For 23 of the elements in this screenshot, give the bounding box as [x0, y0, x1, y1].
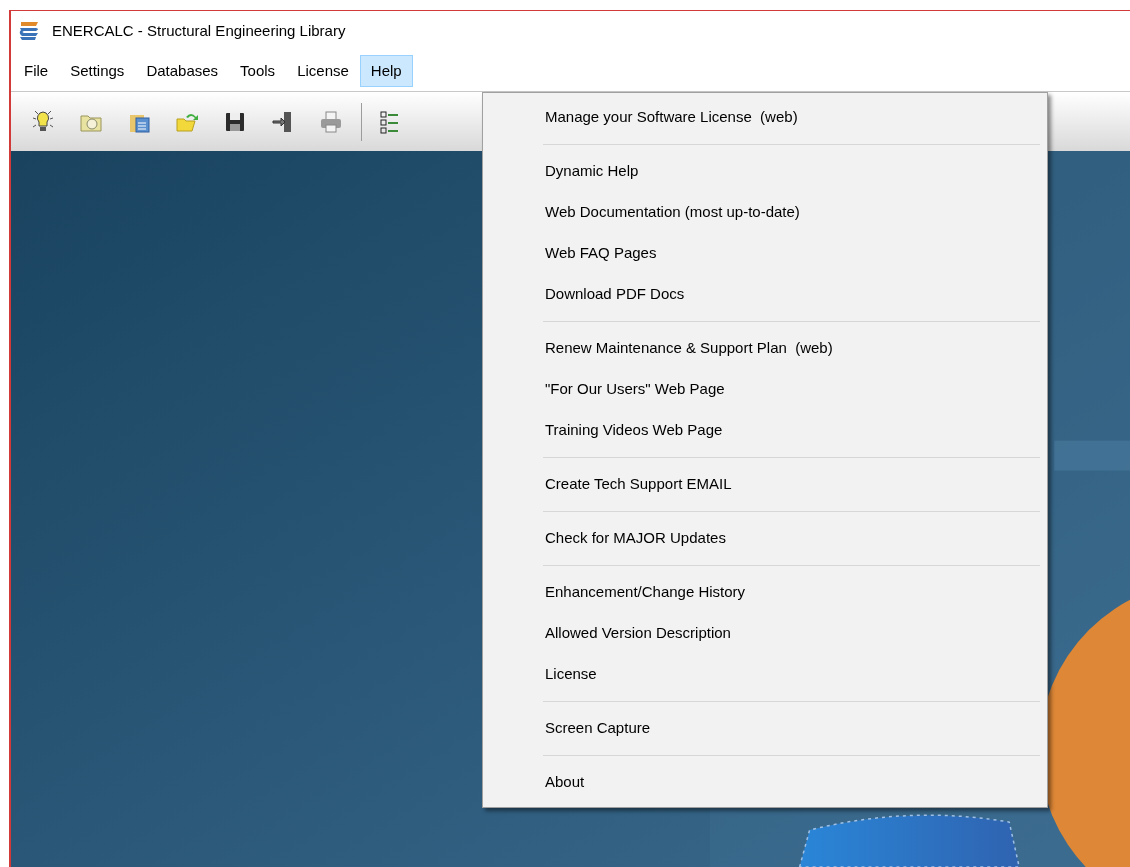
menu-entry[interactable]: Dynamic Help: [486, 151, 1044, 192]
menu-item[interactable]: File: [13, 55, 60, 87]
menu-entry[interactable]: About: [486, 762, 1044, 803]
menu-entry[interactable]: Web Documentation (most up-to-date): [486, 192, 1044, 233]
menu-entry[interactable]: Screen Capture: [486, 708, 1044, 749]
menu-entry[interactable]: Renew Maintenance & Support Plan (web): [486, 328, 1044, 369]
menu-item[interactable]: Help: [359, 55, 413, 87]
menu-entry[interactable]: Manage your Software License (web): [486, 97, 1044, 138]
menu-entry[interactable]: Enhancement/Change History: [486, 572, 1044, 613]
menu-item[interactable]: Databases: [135, 55, 230, 87]
menu-entry[interactable]: Download PDF Docs: [486, 274, 1044, 315]
menu-entry[interactable]: License: [486, 654, 1044, 695]
menu-entry[interactable]: Allowed Version Description: [486, 613, 1044, 654]
menu-entry[interactable]: Web FAQ Pages: [486, 233, 1044, 274]
menu-entry[interactable]: Create Tech Support EMAIL: [486, 464, 1044, 505]
menu-entry[interactable]: "For Our Users" Web Page: [486, 369, 1044, 410]
menu-item[interactable]: Settings: [59, 55, 136, 87]
printer-icon: [318, 108, 344, 135]
menu-entry[interactable]: Check for MAJOR Updates: [486, 518, 1044, 559]
window-title: ENERCALC - Structural Engineering Library: [52, 20, 346, 41]
menu-item[interactable]: Tools: [229, 55, 287, 87]
menu-entry[interactable]: Training Videos Web Page: [486, 410, 1044, 451]
menu-item[interactable]: License: [286, 55, 360, 87]
